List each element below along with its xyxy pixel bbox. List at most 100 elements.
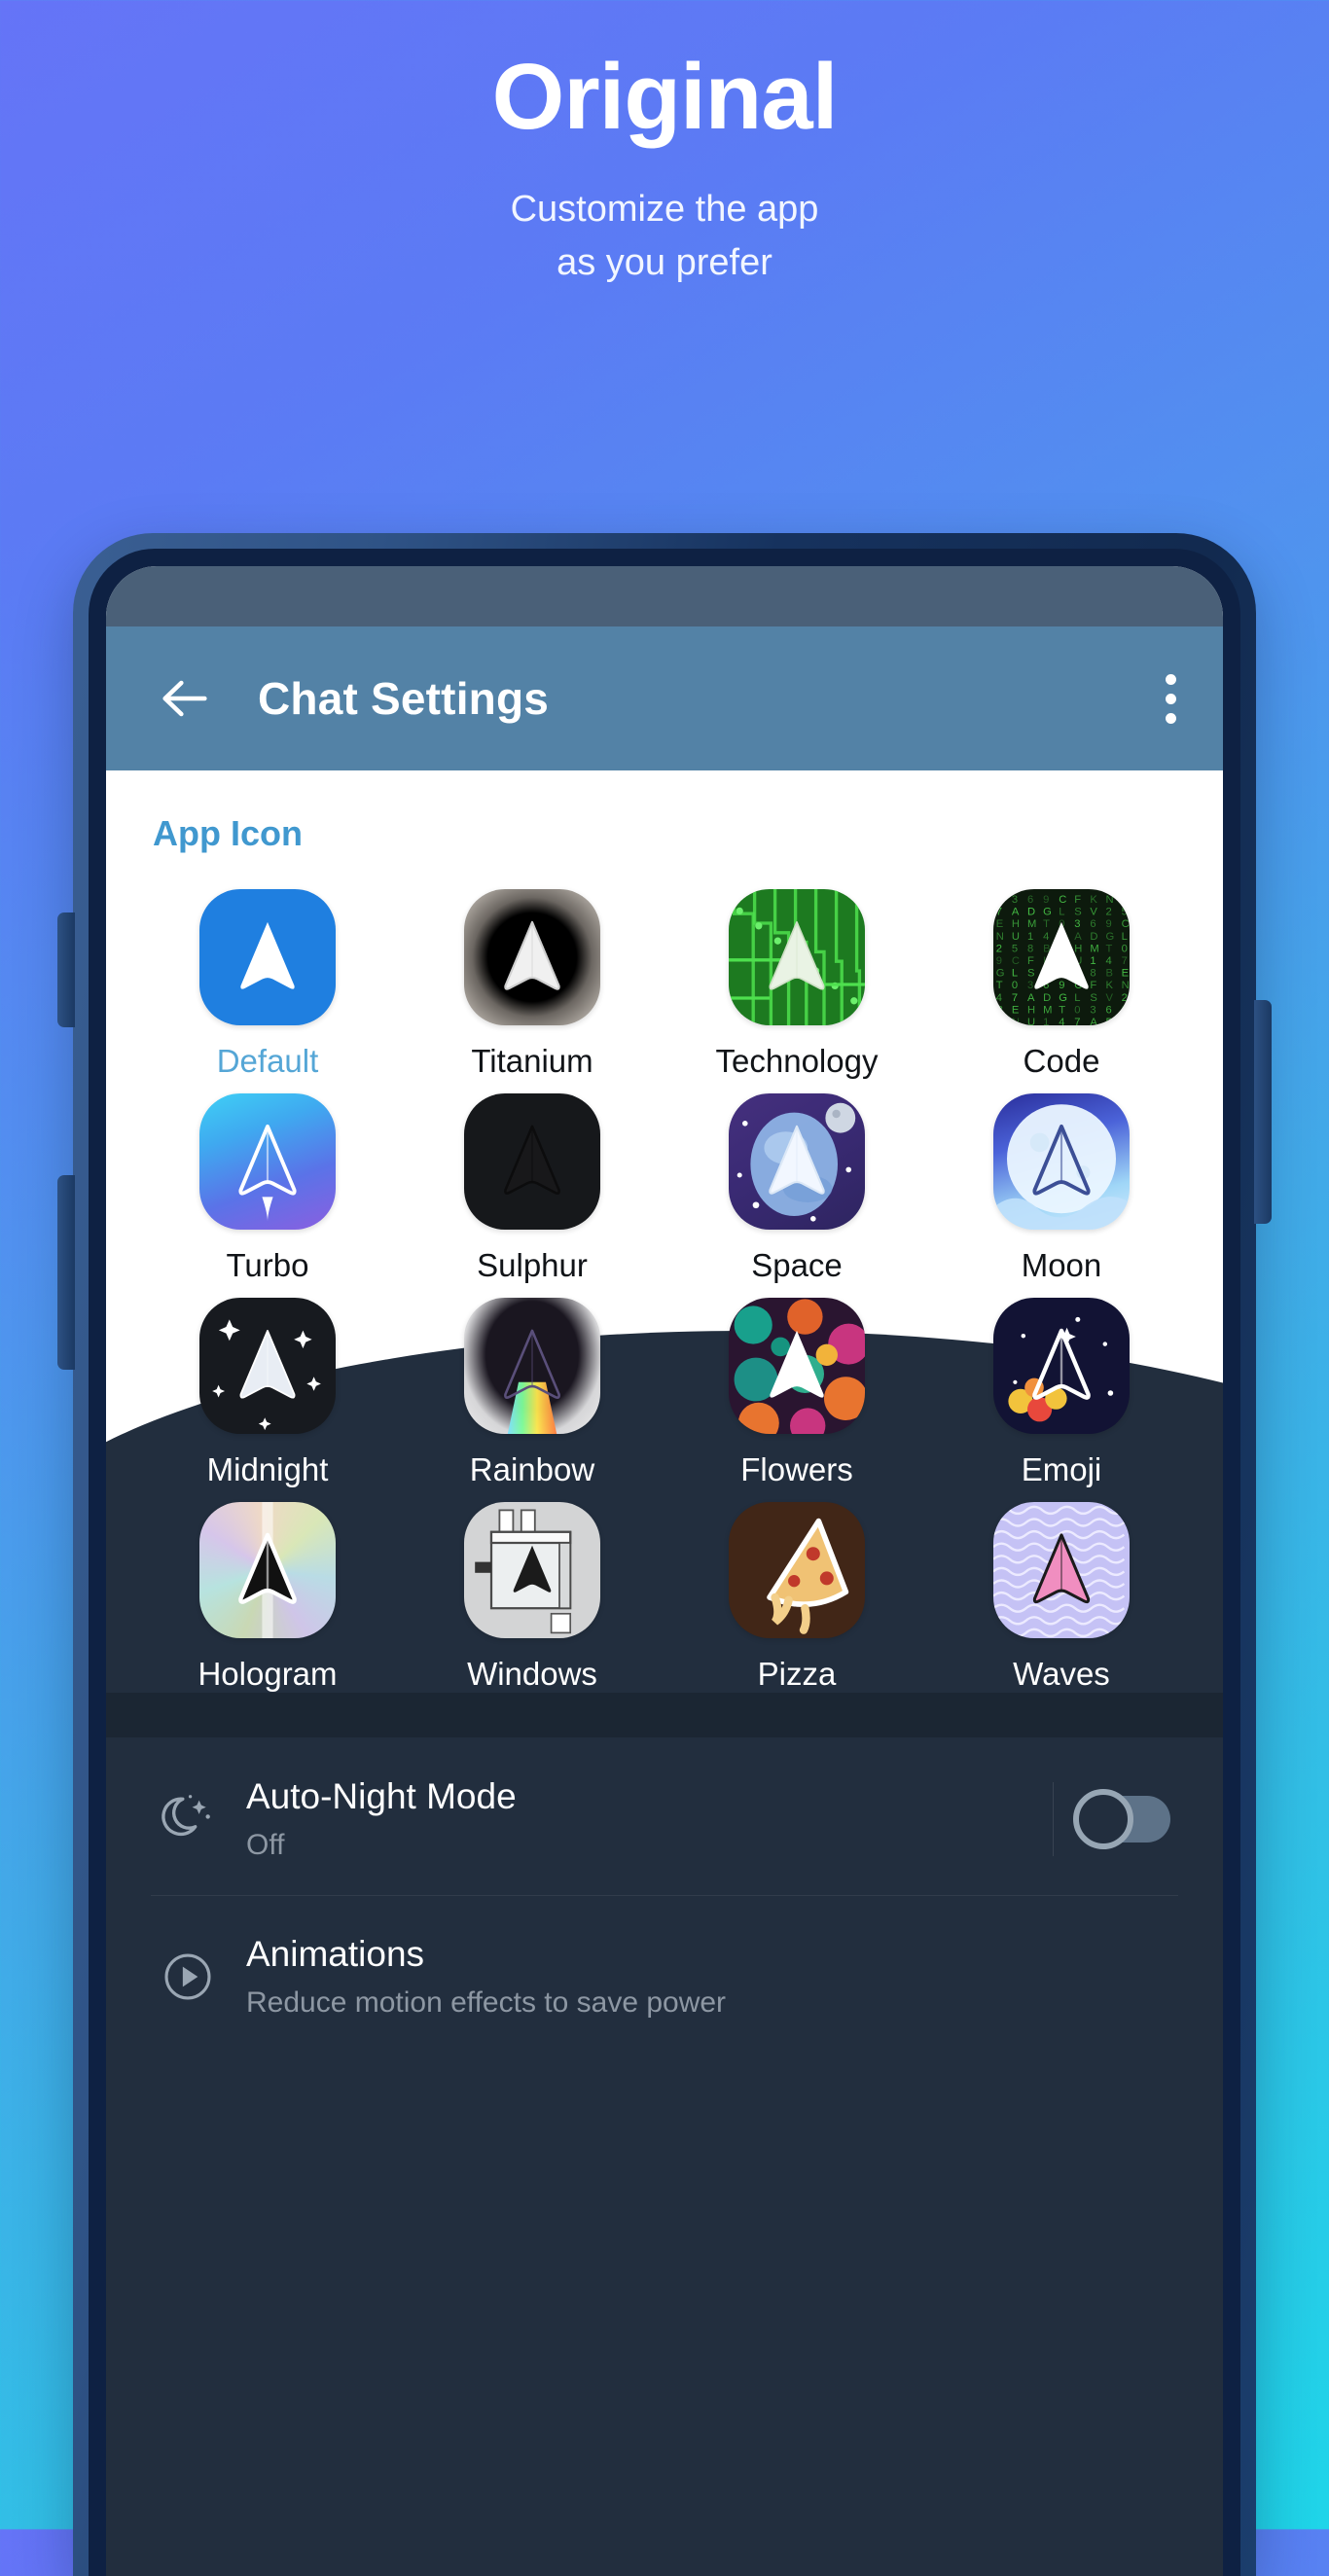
app-icon-thumbnail[interactable] bbox=[464, 1502, 600, 1638]
app-icon-thumbnail[interactable] bbox=[464, 1298, 600, 1434]
svg-text:K: K bbox=[996, 1017, 1004, 1025]
app-icon-label: Moon bbox=[929, 1247, 1194, 1284]
arrow-left-icon[interactable] bbox=[153, 667, 215, 730]
app-icon-option-flowers[interactable]: Flowers bbox=[664, 1298, 929, 1488]
app-icon-thumbnail[interactable] bbox=[464, 1093, 600, 1230]
svg-text:V: V bbox=[1106, 992, 1114, 1004]
svg-text:6: 6 bbox=[1106, 1004, 1112, 1016]
svg-text:G: G bbox=[1122, 1017, 1130, 1025]
app-icon-label: Rainbow bbox=[400, 1451, 664, 1488]
app-icon-option-space[interactable]: Space bbox=[664, 1093, 929, 1284]
svg-text:0: 0 bbox=[1012, 980, 1018, 991]
svg-text:E: E bbox=[996, 918, 1003, 930]
page-title: Chat Settings bbox=[258, 672, 1165, 725]
app-icon-thumbnail[interactable] bbox=[729, 1093, 865, 1230]
svg-text:0: 0 bbox=[1074, 1004, 1080, 1016]
phone-button-left-upper[interactable] bbox=[57, 912, 75, 1027]
menu-dot bbox=[1166, 674, 1176, 685]
app-icon-option-windows[interactable]: Windows bbox=[400, 1502, 664, 1693]
app-icon-option-emoji[interactable]: Emoji bbox=[929, 1298, 1194, 1488]
app-icon-thumbnail[interactable] bbox=[993, 1502, 1130, 1638]
settings-row-separator bbox=[1053, 1782, 1054, 1856]
svg-text:E: E bbox=[1122, 968, 1129, 980]
app-icon-option-hologram[interactable]: Hologram bbox=[135, 1502, 400, 1693]
overflow-menu-icon[interactable] bbox=[1165, 674, 1176, 724]
svg-text:C: C bbox=[1012, 955, 1020, 967]
app-bar: Chat Settings bbox=[106, 626, 1223, 770]
svg-text:K: K bbox=[1090, 894, 1097, 906]
app-icon-thumbnail[interactable] bbox=[729, 1298, 865, 1434]
moon-stars-icon bbox=[151, 1789, 225, 1849]
promo-subtitle-line-1: Customize the app bbox=[0, 183, 1329, 236]
svg-text:U: U bbox=[1012, 931, 1020, 943]
app-icon-thumbnail[interactable] bbox=[729, 1502, 865, 1638]
svg-text:9: 9 bbox=[1122, 1004, 1128, 1016]
settings-row-subtitle: Reduce motion effects to save power bbox=[246, 1986, 1178, 2020]
app-icon-label: Waves bbox=[929, 1656, 1194, 1693]
play-circle-icon bbox=[151, 1947, 225, 2007]
app-icon-label: Hologram bbox=[135, 1656, 400, 1693]
svg-text:U: U bbox=[1122, 894, 1130, 906]
app-icon-option-sulphur[interactable]: Sulphur bbox=[400, 1093, 664, 1284]
svg-text:6: 6 bbox=[1027, 894, 1033, 906]
svg-text:3: 3 bbox=[1012, 894, 1018, 906]
svg-text:9: 9 bbox=[1106, 918, 1112, 930]
app-icon-thumbnail[interactable] bbox=[199, 889, 336, 1025]
phone-screen: Chat Settings App Icon Default Titanium Te… bbox=[106, 566, 1223, 2576]
app-icon-label: Code bbox=[929, 1043, 1194, 1080]
settings-row-animations[interactable]: Animations Reduce motion effects to save … bbox=[106, 1895, 1223, 2053]
svg-text:C: C bbox=[1122, 918, 1130, 930]
svg-text:N: N bbox=[996, 931, 1004, 943]
svg-text:H: H bbox=[1012, 918, 1020, 930]
app-icon-option-pizza[interactable]: Pizza bbox=[664, 1502, 929, 1693]
settings-row-title: Animations bbox=[246, 1934, 1178, 1975]
app-icon-label: Midnight bbox=[135, 1451, 400, 1488]
app-icon-thumbnail[interactable] bbox=[993, 1298, 1130, 1434]
settings-row-text: Animations Reduce motion effects to save … bbox=[225, 1934, 1178, 2020]
app-icon-option-titanium[interactable]: Titanium bbox=[400, 889, 664, 1080]
svg-text:0: 0 bbox=[996, 894, 1002, 906]
app-icon-option-waves[interactable]: Waves bbox=[929, 1502, 1194, 1693]
app-icon-thumbnail[interactable] bbox=[729, 889, 865, 1025]
app-icon-thumbnail[interactable] bbox=[199, 1502, 336, 1638]
app-icon-thumbnail[interactable] bbox=[464, 889, 600, 1025]
svg-text:7: 7 bbox=[1122, 955, 1128, 967]
app-icon-label: Titanium bbox=[400, 1043, 664, 1080]
settings-row-text: Auto-Night Mode Off bbox=[225, 1776, 1053, 1862]
settings-row-auto-night-mode[interactable]: Auto-Night Mode Off bbox=[106, 1737, 1223, 1895]
app-icon-option-default[interactable]: Default bbox=[135, 889, 400, 1080]
menu-dot bbox=[1166, 694, 1176, 704]
phone-button-right[interactable] bbox=[1254, 1000, 1272, 1224]
svg-text:4: 4 bbox=[1106, 955, 1112, 967]
app-icon-thumbnail[interactable] bbox=[199, 1093, 336, 1230]
app-icon-option-turbo[interactable]: Turbo bbox=[135, 1093, 400, 1284]
app-icon-option-moon[interactable]: Moon bbox=[929, 1093, 1194, 1284]
svg-text:G: G bbox=[1106, 931, 1115, 943]
app-icon-grid: Default Titanium Technology 0 3 6 9 C F K N U 7 A D G L S… bbox=[106, 854, 1223, 1693]
app-icon-label: Technology bbox=[664, 1043, 929, 1080]
svg-text:N: N bbox=[1106, 894, 1114, 906]
svg-text:L: L bbox=[1122, 931, 1128, 943]
app-icon-option-technology[interactable]: Technology bbox=[664, 889, 929, 1080]
phone-button-left-lower[interactable] bbox=[57, 1175, 75, 1370]
phone-bezel: Chat Settings App Icon Default Titanium Te… bbox=[89, 549, 1240, 2576]
settings-content: App Icon Default Titanium Technology 0 3 6 9 C F… bbox=[106, 770, 1223, 2576]
svg-text:A: A bbox=[1090, 1017, 1097, 1025]
app-icon-thumbnail[interactable]: 0369CFKNU7ADGLSV25EHMT0369CNU147ADGL258B… bbox=[993, 889, 1130, 1025]
app-icon-option-code[interactable]: 0369CFKNU7ADGLSV25EHMT0369CNU147ADGL258B… bbox=[929, 889, 1194, 1080]
svg-text:2: 2 bbox=[1122, 992, 1128, 1004]
app-icon-thumbnail[interactable] bbox=[993, 1093, 1130, 1230]
svg-text:5: 5 bbox=[1012, 943, 1018, 954]
app-icon-label: Flowers bbox=[664, 1451, 929, 1488]
app-icon-label: Pizza bbox=[664, 1656, 929, 1693]
svg-text:K: K bbox=[1106, 980, 1114, 991]
svg-text:5: 5 bbox=[1122, 907, 1128, 918]
app-icon-thumbnail[interactable] bbox=[199, 1298, 336, 1434]
icon-artwork bbox=[729, 1502, 865, 1638]
app-icon-option-midnight[interactable]: Midnight bbox=[135, 1298, 400, 1488]
svg-text:1: 1 bbox=[1043, 1017, 1049, 1025]
auto-night-mode-toggle[interactable] bbox=[1081, 1796, 1170, 1843]
svg-text:2: 2 bbox=[996, 943, 1002, 954]
app-icon-label: Turbo bbox=[135, 1247, 400, 1284]
app-icon-option-rainbow[interactable]: Rainbow bbox=[400, 1298, 664, 1488]
